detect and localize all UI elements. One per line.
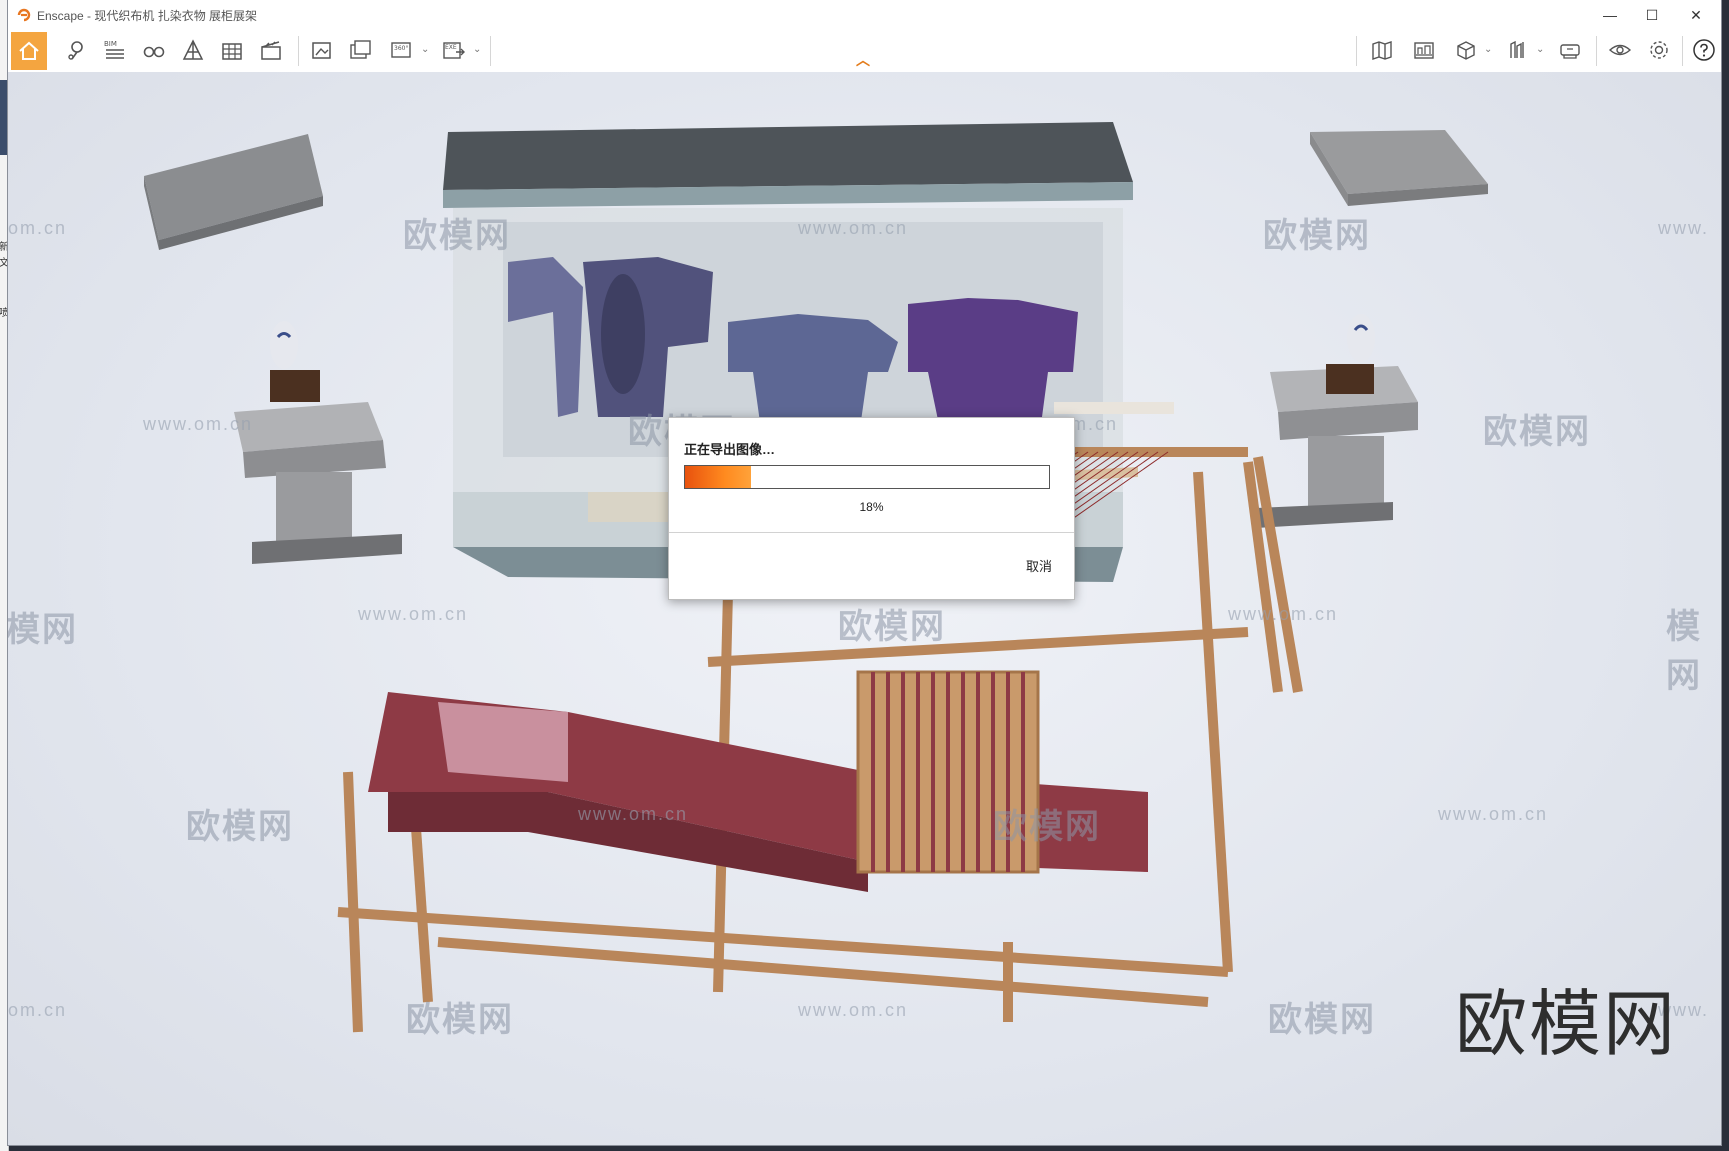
vr-headset-icon [1560,44,1580,59]
help-icon [1693,39,1715,61]
bim-list-icon: BIM [104,40,124,59]
window-title: Enscape - 现代织布机 扎染衣物 展柜展架 [37,9,258,23]
title-bar: Enscape - 现代织布机 扎染衣物 展柜展架 — ☐ ✕ [8,0,1721,30]
watermark-logo: 欧模网 [1263,217,1371,255]
maximize-button[interactable]: ☐ [1635,4,1669,26]
site-context-icon [1414,42,1434,59]
location-pin-icon [68,41,83,60]
watermark-url: www.om.cn [798,1000,909,1020]
asset-library-icon [1457,41,1475,60]
building-button[interactable] [216,34,248,66]
watermark-logo: 欧模网 [993,808,1101,846]
home-icon [19,41,39,60]
help-button[interactable] [1688,34,1720,66]
brand-watermark: 欧模网 [1455,982,1678,1066]
cancel-button[interactable]: 取消 [1026,556,1052,575]
watermark-logo: 模网 [1666,608,1702,695]
panorama-export-button[interactable]: 360° [386,34,418,66]
watermark-logo: 欧模网 [838,608,946,646]
pedestal-left [234,321,402,564]
vr-headset-button[interactable] [1554,34,1586,66]
minimize-button[interactable]: — [1593,4,1627,26]
render-viewport[interactable]: 欧模网 欧模网 欧模网 欧模网 欧模网 欧模网 模网 欧模网 模网 欧模网 欧模… [8,72,1721,1145]
watermark-url: www.om.cn [143,414,254,434]
collapse-toolbar-icon[interactable]: ︿ [856,50,870,70]
batch-render-button[interactable] [345,34,377,66]
panorama-export-icon: 360° [391,42,411,58]
visual-settings-icon [1608,44,1632,56]
exe-export-button[interactable]: EXE [438,34,470,66]
video-editor-button[interactable] [255,34,287,66]
exe-label: EXE [445,44,457,51]
perspective-button[interactable] [177,34,209,66]
watermark-url: www.om.cn [1438,804,1549,824]
location-button[interactable] [60,34,92,66]
screenshot-button[interactable] [306,34,338,66]
perspective-icon [182,39,204,60]
watermark-logo: 欧模网 [1483,413,1591,451]
binoculars-icon [143,46,165,58]
bim-label: BIM [104,40,117,48]
watermark-url: www.om.cn [578,804,689,824]
progress-percent: 18% [859,500,884,514]
views-button[interactable] [138,34,170,66]
floating-block-right [1310,130,1488,206]
watermark-logo: 欧模网 [1268,1001,1376,1039]
material-editor-icon [1510,40,1524,58]
background-window-accent [0,80,8,155]
pedestal-right [1256,314,1418,528]
watermark-url: www.om.cn [798,218,909,238]
map-icon [1372,41,1392,60]
pano-label: 360° [394,45,408,52]
export-progress-dialog: 正在导出图像… 18% 取消 [668,417,1075,600]
watermark-logo: 模网 [8,611,78,649]
close-button[interactable]: ✕ [1679,4,1713,26]
floating-block-left [144,134,323,250]
home-button[interactable] [11,32,47,70]
material-editor-button[interactable] [1502,34,1534,66]
watermark-url: om.cn [8,218,68,238]
chevron-down-icon[interactable]: ⌄ [473,44,481,55]
building-icon [222,43,242,60]
enscape-window: Enscape - 现代织布机 扎染衣物 展柜展架 — ☐ ✕ BIM 360°… [8,0,1721,1145]
chevron-down-icon[interactable]: ⌄ [1484,44,1492,55]
chevron-down-icon[interactable]: ⌄ [421,44,429,55]
watermark-url: om.cn [8,1000,68,1020]
exe-export-icon: EXE [443,42,465,59]
dialog-title: 正在导出图像… [684,442,776,457]
settings-button[interactable] [1643,34,1675,66]
dialog-divider [669,532,1074,533]
screenshot-icon [312,42,331,59]
enscape-logo-icon [17,8,31,22]
watermark-logo: 欧模网 [186,808,294,846]
asset-library-button[interactable] [1450,34,1482,66]
bim-button[interactable]: BIM [99,34,131,66]
settings-icon [1650,41,1668,59]
export-progress-bar [684,465,1050,489]
watermark-url: www. [1658,218,1710,238]
site-context-button[interactable] [1408,34,1440,66]
watermark-url: www.om.cn [1228,604,1339,624]
map-button[interactable] [1366,34,1398,66]
chevron-down-icon[interactable]: ⌄ [1536,44,1544,55]
watermark-logo: 欧模网 [403,217,511,255]
watermark-logo: 欧模网 [406,1001,514,1039]
watermark-url: www.om.cn [358,604,469,624]
progress-fill [685,466,751,488]
visual-settings-button[interactable] [1604,34,1636,66]
batch-render-icon [350,40,371,59]
clapperboard-icon [261,41,281,60]
